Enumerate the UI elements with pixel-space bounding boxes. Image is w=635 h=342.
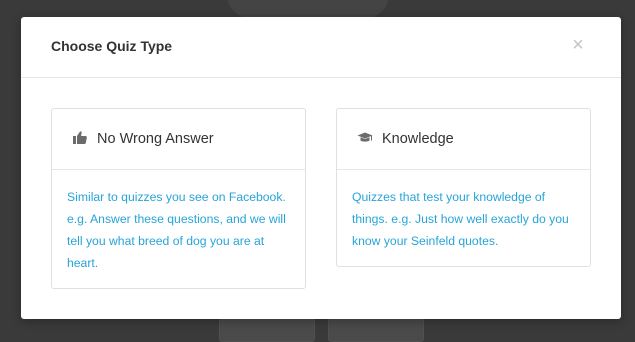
option-header: Knowledge	[337, 109, 590, 170]
option-title: No Wrong Answer	[97, 131, 214, 147]
background-button	[219, 318, 315, 342]
option-description: Similar to quizzes you see on Facebook. …	[67, 190, 286, 270]
option-description: Quizzes that test your knowledge of thin…	[352, 190, 569, 248]
quiz-type-option-no-wrong-answer[interactable]: No Wrong Answer Similar to quizzes you s…	[51, 108, 306, 289]
close-button[interactable]: ×	[571, 35, 585, 55]
background-button	[328, 318, 424, 342]
modal-header: Choose Quiz Type ×	[21, 17, 621, 78]
modal-title: Choose Quiz Type	[51, 38, 173, 54]
graduation-cap-icon	[357, 130, 373, 146]
option-title: Knowledge	[382, 131, 454, 147]
thumbs-up-icon	[72, 130, 88, 146]
quiz-type-option-knowledge[interactable]: Knowledge Quizzes that test your knowled…	[336, 108, 591, 267]
option-header: No Wrong Answer	[52, 109, 305, 170]
choose-quiz-type-modal: Choose Quiz Type × No Wrong Answer Simil…	[21, 17, 621, 319]
